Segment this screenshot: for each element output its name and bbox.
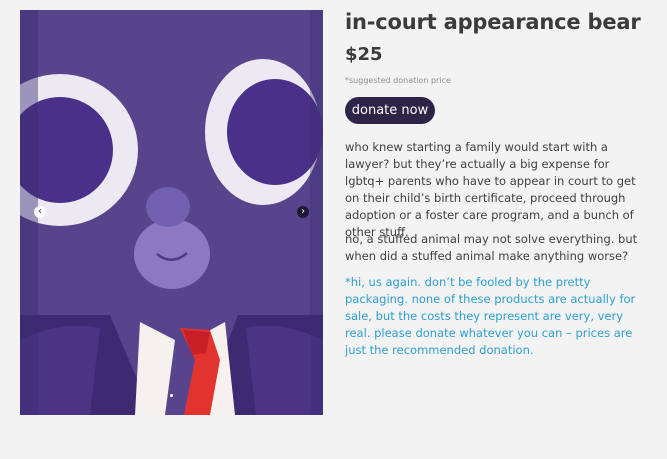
product-title: in-court appearance bear [345,10,641,34]
next-image-button[interactable]: › [297,206,309,218]
product-image-gallery[interactable]: ‹ › [20,10,323,415]
donation-disclaimer: *hi, us again. don’t be fooled by the pr… [345,275,636,357]
donate-now-button[interactable]: donate now [345,97,435,124]
prev-image-button[interactable]: ‹ [34,206,46,218]
product-description-paragraph-2: no, a stuffed animal may not solve every… [345,232,638,263]
bear-product-image [20,10,323,415]
product-price: $25 [345,44,383,65]
price-note: *suggested donation price [345,76,451,85]
product-description-paragraph-1: who knew starting a family would start w… [345,140,636,239]
gallery-dot[interactable] [170,394,173,397]
